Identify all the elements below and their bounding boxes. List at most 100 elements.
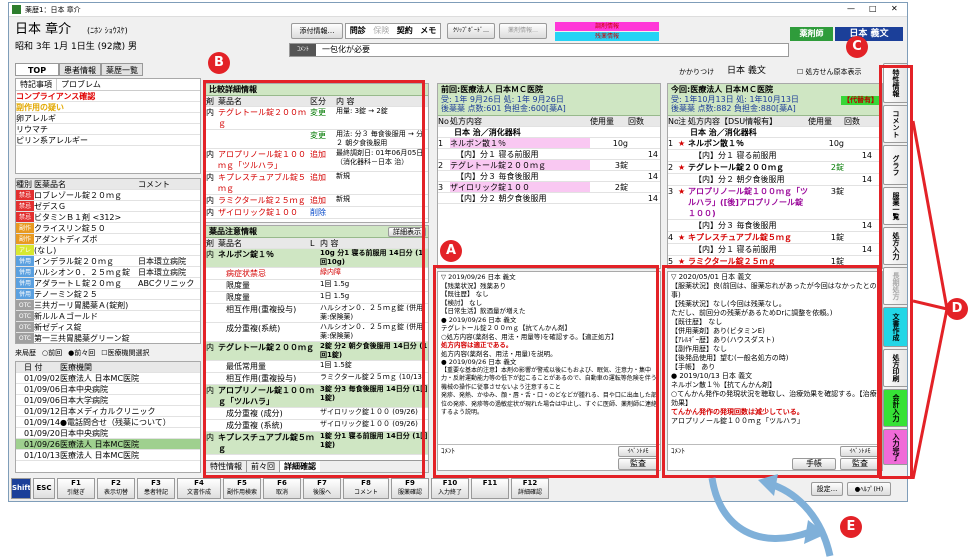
table-row[interactable]: OTC 第一三共胃腸薬グリーン錠 xyxy=(16,333,200,343)
table-row[interactable]: 禁忌 ロブレゾール錠２０ｍｇ xyxy=(16,190,200,201)
rx-row[interactable]: 【内】分１ 寝る前服用 14 xyxy=(668,244,882,256)
patient-name: 日本 章介 xyxy=(15,22,72,37)
table-row[interactable]: 併用 テノーミン錠２５ xyxy=(16,289,200,300)
function-key[interactable]: ESC xyxy=(33,478,55,499)
cell xyxy=(844,186,872,219)
rx-row[interactable]: 3 ザイロリック錠１００ 2錠 xyxy=(438,182,660,193)
function-key[interactable]: F9 服薬確認 xyxy=(391,478,429,499)
clipboard-button[interactable]: ｸﾘｯﾌﾟﾎﾞｰﾄﾞ… xyxy=(447,23,495,39)
rx-row[interactable]: 【内】分３ 毎食後服用 14 xyxy=(668,220,882,232)
function-key[interactable]: F3 患者特記 xyxy=(137,478,175,499)
mode-hoken[interactable]: 保険 xyxy=(370,24,394,38)
cell: 日本環立病院 xyxy=(138,268,186,277)
history-label: 来局歴 xyxy=(15,349,36,357)
function-key-code: F9 xyxy=(405,479,415,487)
table-row[interactable]: 副作 クライスリン錠５０ xyxy=(16,223,200,234)
rx-row[interactable]: 【内】分１ 寝る前服用 14 xyxy=(668,150,882,162)
rx-row[interactable]: 1 ネルボン散１％ 10g xyxy=(438,138,660,149)
close-icon[interactable]: ✕ xyxy=(891,3,903,15)
table-row[interactable]: 副作 アダントディズボ xyxy=(16,234,200,245)
cell: 禁忌 xyxy=(16,212,34,222)
history-row[interactable]: 01/09/06 日本大学病院 xyxy=(16,395,200,406)
facility-select-checkbox[interactable]: ☐医療機関選択 xyxy=(101,347,149,359)
table-row[interactable]: 併用 アダラートＬ錠２０ｍｇ ABCクリニック xyxy=(16,278,200,289)
note-item: リウマチ xyxy=(16,124,200,135)
rx-row[interactable]: 4 ★ キプレスチュアブル錠５ｍｇ 1錠 xyxy=(668,232,882,244)
function-key[interactable]: F7 後服へ xyxy=(303,478,341,499)
cell: 日本中央病院 xyxy=(60,429,108,438)
minimize-icon[interactable]: — xyxy=(847,3,859,15)
prev-dates: 受: 1年 9月26日 処: 1年 9月26日 xyxy=(441,95,564,104)
cell: 日本メディカルクリニック xyxy=(60,407,156,416)
cell: 14 xyxy=(861,221,872,230)
cell: 新ルルＡゴールド xyxy=(34,312,98,321)
function-key[interactable]: F4 文書作成 xyxy=(177,478,221,499)
prev-title: 前回:医療法人 日本ＭＣ医院 xyxy=(441,85,543,94)
table-row[interactable]: OTC 新ゼディス錠 xyxy=(16,322,200,333)
rx-row[interactable]: 2 テグレトール錠２００ｍｇ 3錠 xyxy=(438,160,660,171)
table-row[interactable]: 禁忌 ゼデスＧ xyxy=(16,201,200,212)
tab-history-list[interactable]: 薬歴一覧 xyxy=(101,63,143,76)
mode-monshin[interactable]: 問診 xyxy=(346,24,370,38)
table-row[interactable]: OTC 新ルルＡゴールド xyxy=(16,311,200,322)
table-row[interactable]: 禁忌 ビタミンＢ１剤 <312> xyxy=(16,212,200,223)
original-rx-checkbox[interactable]: ☐ 処方せん原本表示 xyxy=(797,66,861,78)
subtab-problem[interactable]: プロブレム xyxy=(57,79,105,90)
cell: 【内】分１ 寝る前服用 xyxy=(456,150,539,159)
history-row[interactable]: 01/09/02 医療法人 日本MC医院 xyxy=(16,373,200,384)
rx-row[interactable]: 2 ★ テグレトール錠２００ｍｇ 2錠 xyxy=(668,162,882,174)
cell: 01/09/06 xyxy=(24,396,60,405)
mode-keiyaku[interactable]: 契約 xyxy=(393,24,417,38)
function-key[interactable]: F1 引継ぎ xyxy=(57,478,95,499)
department-row: 日本 治／消化器科 xyxy=(668,127,882,138)
function-key[interactable]: F5 副作用検索 xyxy=(223,478,261,499)
mode-memo[interactable]: メモ xyxy=(417,24,441,38)
function-key[interactable]: F8 コメント xyxy=(343,478,389,499)
table-row[interactable]: OTC 三共ガーリ胃腸薬Ａ(錠剤) xyxy=(16,300,200,311)
pharmacist-name[interactable]: 日本 義文 xyxy=(835,27,903,41)
function-key-label: 服薬確認 xyxy=(397,489,422,496)
history-row[interactable]: 01/09/26 医療法人 日本MC医院 xyxy=(16,439,200,450)
maximize-icon[interactable]: □ xyxy=(869,3,881,15)
table-row[interactable]: 併用 インデラル錠２０ｍｇ 日本環立病院 xyxy=(16,256,200,267)
cell: 14 xyxy=(861,175,872,184)
rx-row[interactable]: 3 ★ アロプリノール錠１００ｍｇ「ツルハラ」([後]アロプリノール錠１００) 3錠 xyxy=(668,186,882,220)
history-row[interactable]: 01/09/12 日本メディカルクリニック xyxy=(16,406,200,417)
table-row[interactable]: アレ (なし) xyxy=(16,245,200,256)
function-key[interactable]: Shift xyxy=(11,478,31,499)
rx-row[interactable]: 【内】分２ 朝夕食後服用 14 xyxy=(668,174,882,186)
cell xyxy=(808,220,844,231)
function-key-code: F5 xyxy=(237,479,247,487)
rx-row[interactable]: 【内】分３ 毎食後服用 14 xyxy=(438,171,660,182)
subtab-special[interactable]: 特記事項 xyxy=(16,79,57,90)
attach-button[interactable]: 添付情報… xyxy=(291,23,343,39)
rx-row[interactable]: 【内】分１ 寝る前服用 14 xyxy=(438,149,660,160)
history-row[interactable]: 01/09/20 日本中央病院 xyxy=(16,428,200,439)
col-header: 医療機関 xyxy=(60,363,92,372)
tab-top[interactable]: TOP xyxy=(15,63,59,76)
drug-info-button[interactable]: 薬剤情報… xyxy=(499,23,547,39)
help-button[interactable]: ●ﾍﾙﾌﾟ(H) xyxy=(847,482,891,496)
rx-row[interactable]: 【内】分２ 朝夕食後服用 14 xyxy=(438,193,660,204)
function-key-code: F11 xyxy=(482,479,498,487)
function-key[interactable]: F11 xyxy=(471,478,509,499)
rx-row[interactable]: 1 ★ ネルボン散１％ 10g xyxy=(668,138,882,150)
function-key-code: F4 xyxy=(194,479,204,487)
function-key[interactable]: F10 入力終了 xyxy=(431,478,469,499)
function-key[interactable]: F2 表示切替 xyxy=(97,478,135,499)
function-key[interactable]: F6 取消 xyxy=(263,478,301,499)
col-header: 種別 xyxy=(16,180,32,189)
cell: テグレトール錠２００ｍｇ xyxy=(688,163,784,172)
comment-box[interactable]: ｺﾒﾝﾄ 一包化が必要 xyxy=(289,43,789,57)
history-row[interactable]: 01/10/13 医療法人 日本MC医院 xyxy=(16,450,200,461)
function-key[interactable]: F12 詳細確認 xyxy=(511,478,549,499)
radio-prev[interactable]: ○前回 xyxy=(42,347,62,359)
history-row[interactable]: 01/09/06 日本中央病院 xyxy=(16,384,200,395)
cell: 医療法人 日本MC医院 xyxy=(60,374,140,383)
tab-patient-info[interactable]: 患者情報 xyxy=(59,63,101,76)
cell: 01/09/06 xyxy=(24,385,60,394)
table-row[interactable]: 併用 ハルシオン０．２５ｍｇ錠 日本環立病院 xyxy=(16,267,200,278)
cell xyxy=(138,289,200,299)
history-row[interactable]: 01/09/14 ●電話問合せ（残薬について） xyxy=(16,417,200,428)
radio-prevprev[interactable]: ●前々回 xyxy=(68,347,95,359)
